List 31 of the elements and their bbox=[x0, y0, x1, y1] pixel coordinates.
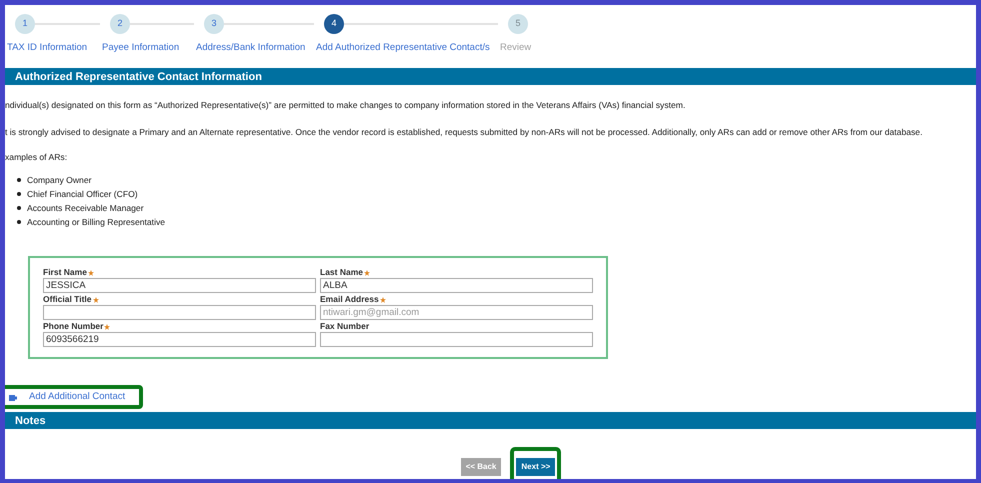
list-item: Chief Financial Officer (CFO) bbox=[27, 188, 138, 201]
text-field[interactable] bbox=[43, 305, 316, 320]
step-label: Review bbox=[500, 41, 532, 55]
bullet-icon bbox=[17, 178, 21, 182]
step-label: TAX ID Information bbox=[7, 41, 88, 55]
text-field[interactable]: ALBA bbox=[320, 278, 593, 294]
section-header: Notes bbox=[5, 412, 976, 430]
field-label: Fax Number bbox=[320, 321, 370, 332]
list-item: Company Owner bbox=[27, 174, 92, 187]
text-field[interactable]: 6093566219 bbox=[43, 332, 316, 348]
field-label: Last Name bbox=[320, 267, 593, 278]
field-label: Email Address bbox=[320, 294, 593, 306]
section-header: Authorized Representative Contact Information bbox=[5, 68, 976, 86]
text-field[interactable] bbox=[320, 332, 593, 348]
paragraph: t is strongly advised to designate a Primary and an Alternate representative. Once the vendor record is established, requests submitted by non-ARs will not be processed. Additionally, only ARs can add or remove other ARs from our database. bbox=[5, 126, 924, 140]
step-label: Address/Bank Information bbox=[196, 41, 306, 55]
step-label: Add Authorized Representative Contact/s bbox=[316, 41, 490, 55]
text-field[interactable]: ntiwari.gm@gmail.com bbox=[320, 305, 593, 320]
bullet-icon bbox=[17, 192, 21, 196]
paragraph: xamples of ARs: bbox=[5, 151, 68, 164]
paragraph: ndividual(s) designated on this form as “Authorized Representative(s)” are permitted to make changes to company information stored in the Veterans Affairs (VAs) financial system. bbox=[5, 99, 686, 112]
list-item: Accounting or Billing Representative bbox=[27, 216, 166, 228]
nav-button[interactable]: Next >> bbox=[516, 458, 556, 476]
field-label: Official Title bbox=[43, 294, 316, 306]
step-label: Payee Information bbox=[102, 41, 180, 55]
field-label: First Name bbox=[43, 267, 316, 278]
field-label: Phone Number bbox=[43, 321, 316, 332]
list-item: Accounts Receivable Manager bbox=[27, 202, 144, 215]
bullet-icon bbox=[17, 206, 21, 210]
bullet-icon bbox=[17, 220, 21, 224]
text-field[interactable]: JESSICA bbox=[43, 278, 316, 294]
